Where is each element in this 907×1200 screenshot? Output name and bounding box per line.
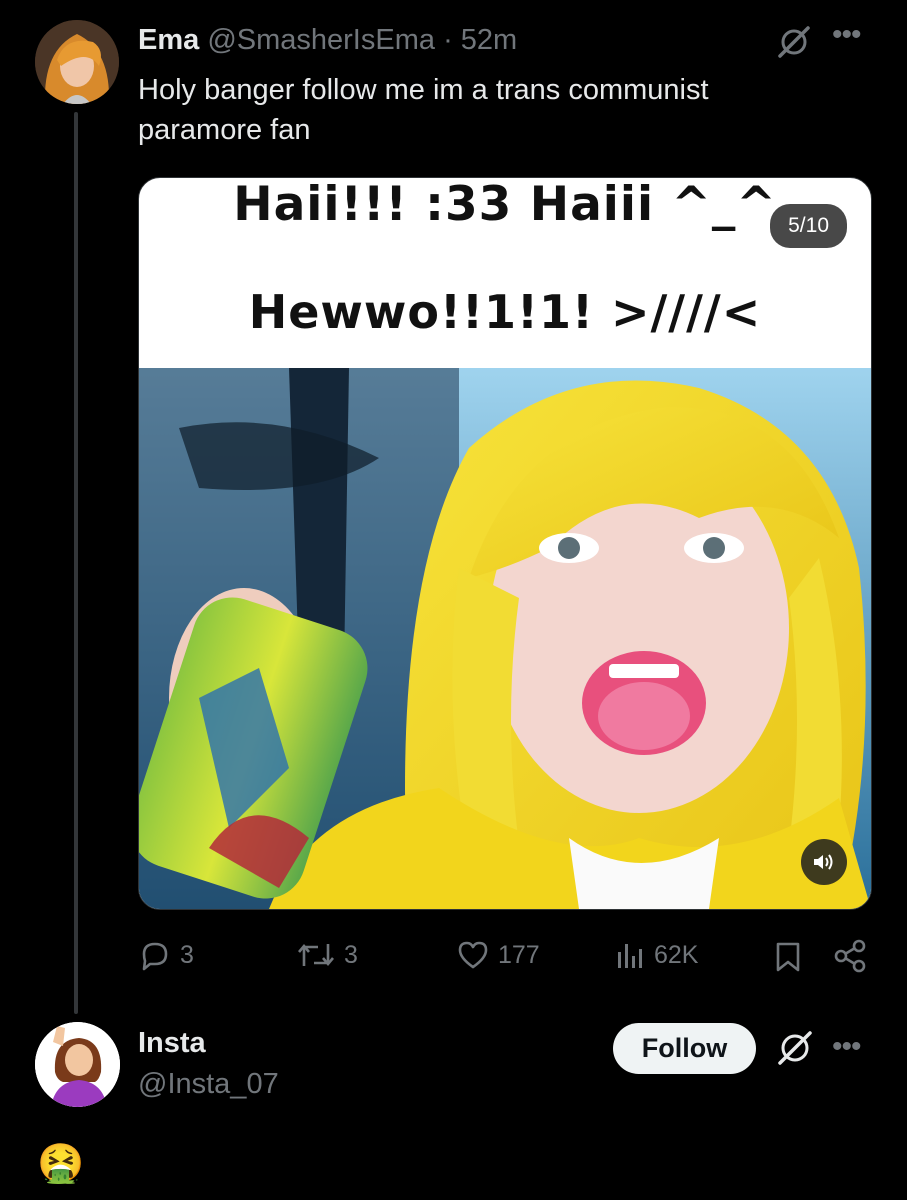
reply-icon (138, 938, 172, 972)
share-icon[interactable] (832, 938, 868, 979)
more-icon[interactable]: ••• (832, 18, 861, 52)
separator: · (443, 24, 453, 56)
reply-author-name[interactable]: Insta (138, 1027, 206, 1060)
reply-author-handle[interactable]: @Insta_07 (138, 1068, 279, 1101)
grok-icon[interactable] (776, 24, 812, 60)
reply-avatar[interactable] (35, 1022, 120, 1107)
media-counter: 5/10 (770, 204, 847, 248)
views-icon (614, 938, 646, 972)
repost-button[interactable]: 3 (296, 938, 358, 972)
views-button[interactable]: 62K (614, 938, 698, 972)
media-photo (139, 368, 871, 909)
reply-grok-icon[interactable] (776, 1029, 814, 1067)
like-count: 177 (498, 940, 540, 969)
author-avatar[interactable] (35, 20, 119, 104)
repost-icon (296, 938, 336, 972)
repost-count: 3 (344, 940, 358, 969)
reply-button[interactable]: 3 (138, 938, 194, 972)
reply-emoji: 🤮 (37, 1143, 85, 1185)
views-count: 62K (654, 940, 699, 969)
tweet-text: Holy banger follow me im a trans communi… (138, 74, 709, 146)
thread-line (74, 112, 78, 1014)
tweet-header: Ema @SmasherIsEma · 52m (138, 24, 517, 57)
follow-button[interactable]: Follow (613, 1023, 756, 1074)
bookmark-icon[interactable] (772, 940, 804, 979)
author-name[interactable]: Ema (138, 24, 199, 56)
reply-count: 3 (180, 940, 194, 969)
reply-more-icon[interactable]: ••• (832, 1030, 861, 1064)
like-icon (456, 938, 490, 972)
media-caption-line1: Haii!!! :33 Haiii ^_^ (233, 177, 777, 232)
volume-icon[interactable] (801, 839, 847, 885)
tweet-time[interactable]: 52m (461, 24, 517, 56)
tweet-media[interactable]: Haii!!! :33 Haiii ^_^ Hewwo!!1!1! >////< (138, 177, 872, 910)
like-button[interactable]: 177 (456, 938, 540, 972)
media-caption-line2: Hewwo!!1!1! >////< (248, 285, 762, 339)
author-handle[interactable]: @SmasherIsEma (207, 24, 435, 56)
